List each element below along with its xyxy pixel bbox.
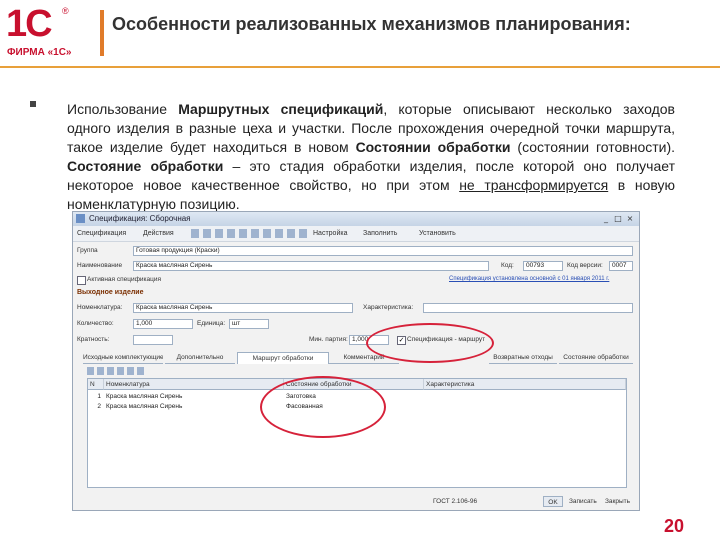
window-title: Спецификация: Сборочная [89, 214, 191, 223]
tab-components[interactable]: Исходные комплектующие [83, 352, 163, 364]
minimize-icon[interactable]: _ [601, 214, 611, 223]
logo-registered: ® [62, 6, 69, 16]
close-button[interactable]: Закрыть [605, 496, 630, 507]
menu-spec[interactable]: Спецификация [77, 226, 126, 241]
slide-title: Особенности реализованных механизмов пла… [112, 14, 631, 34]
group-field[interactable]: Готовая продукция (Краски) [133, 246, 633, 256]
app-icon [76, 214, 85, 223]
active-checkbox[interactable] [77, 276, 86, 285]
unit-value: шт [232, 320, 241, 327]
col-header-characteristic[interactable]: Характеристика [424, 379, 626, 390]
row2-name[interactable]: Краска масляная Сирень [104, 402, 284, 411]
page-number: 20 [664, 516, 685, 536]
toolbar-icons[interactable] [191, 229, 311, 238]
unit-field[interactable]: шт [229, 319, 269, 329]
spec-main-link[interactable]: Спецификация установлена основной с 01 я… [449, 275, 609, 284]
characteristic-label: Характеристика: [363, 304, 414, 311]
menu-settings[interactable]: Настройка [313, 226, 347, 241]
window-titlebar: Спецификация: Сборочная _ □ × [73, 212, 639, 226]
tab-state[interactable]: Состояние обработки [559, 352, 633, 364]
name-label: Наименование [77, 262, 123, 269]
group-label: Группа [77, 247, 98, 254]
body-paragraph: Использование Маршрутных спецификаций, к… [67, 101, 676, 212]
group-value: Готовая продукция (Краски) [136, 247, 220, 254]
nomenclature-label: Номенклатура: [77, 304, 123, 311]
code-label: Код: [501, 262, 514, 269]
section-title: Выходное изделие [77, 289, 144, 296]
menu-set[interactable]: Установить [419, 226, 456, 241]
logo-caption: ФИРМА «1С» [7, 47, 72, 58]
menu-actions[interactable]: Действия [143, 226, 174, 241]
batch-label: Мин. партия: [309, 336, 348, 343]
col-header-nomenclature[interactable]: Номенклатура [104, 379, 284, 390]
header-rule [0, 66, 720, 68]
ok-button[interactable]: OK [543, 496, 563, 507]
characteristic-field[interactable] [423, 303, 633, 313]
mult-field[interactable] [133, 335, 173, 345]
active-label: Активная спецификация [87, 276, 162, 283]
unit-label: Единица: [197, 320, 226, 327]
row2-n: 2 [97, 403, 101, 410]
quantity-label: Количество: [77, 320, 114, 327]
quantity-field[interactable]: 1,000 [133, 319, 193, 329]
spec-window: Спецификация: Сборочная _ □ × Спецификац… [72, 211, 640, 511]
title-accent [100, 10, 104, 56]
tab-waste[interactable]: Возвратные отходы [489, 352, 557, 364]
logo: 1С ® ФИРМА «1С» [4, 2, 90, 64]
highlight-route-spec [366, 323, 494, 363]
tab-additional[interactable]: Дополнительно [165, 352, 235, 364]
logo-mark: 1С [6, 3, 53, 45]
bullet-icon [30, 101, 36, 107]
toolbar: Спецификация Действия Настройка Заполнит… [73, 226, 639, 242]
code-value: 00793 [526, 262, 545, 269]
name-field[interactable]: Краска масляная Сирень [133, 261, 489, 271]
nomenclature-value: Краска масляная Сирень [136, 304, 213, 311]
grid-toolbar-icons[interactable] [87, 367, 147, 375]
mult-label: Кратность: [77, 336, 110, 343]
gost-label: ГОСТ 2.106-96 [433, 498, 478, 505]
write-button[interactable]: Записать [569, 496, 597, 507]
row1-name[interactable]: Краска масляная Сирень [104, 392, 284, 401]
version-field[interactable]: 0007 [609, 261, 633, 271]
row1-n: 1 [97, 393, 101, 400]
tab-route[interactable]: Маршрут обработки [237, 352, 329, 364]
nomenclature-field[interactable]: Краска масляная Сирень [133, 303, 353, 313]
code-field[interactable]: 00793 [523, 261, 563, 271]
col-header-n[interactable]: N [88, 379, 104, 390]
close-icon[interactable]: × [625, 214, 635, 223]
version-label: Код версии: [567, 262, 603, 269]
quantity-value: 1,000 [136, 320, 153, 327]
menu-fill[interactable]: Заполнить [363, 226, 397, 241]
name-value: Краска масляная Сирень [136, 262, 213, 269]
maximize-icon[interactable]: □ [613, 214, 623, 223]
highlight-state-column [260, 376, 386, 438]
version-value: 0007 [612, 262, 627, 269]
